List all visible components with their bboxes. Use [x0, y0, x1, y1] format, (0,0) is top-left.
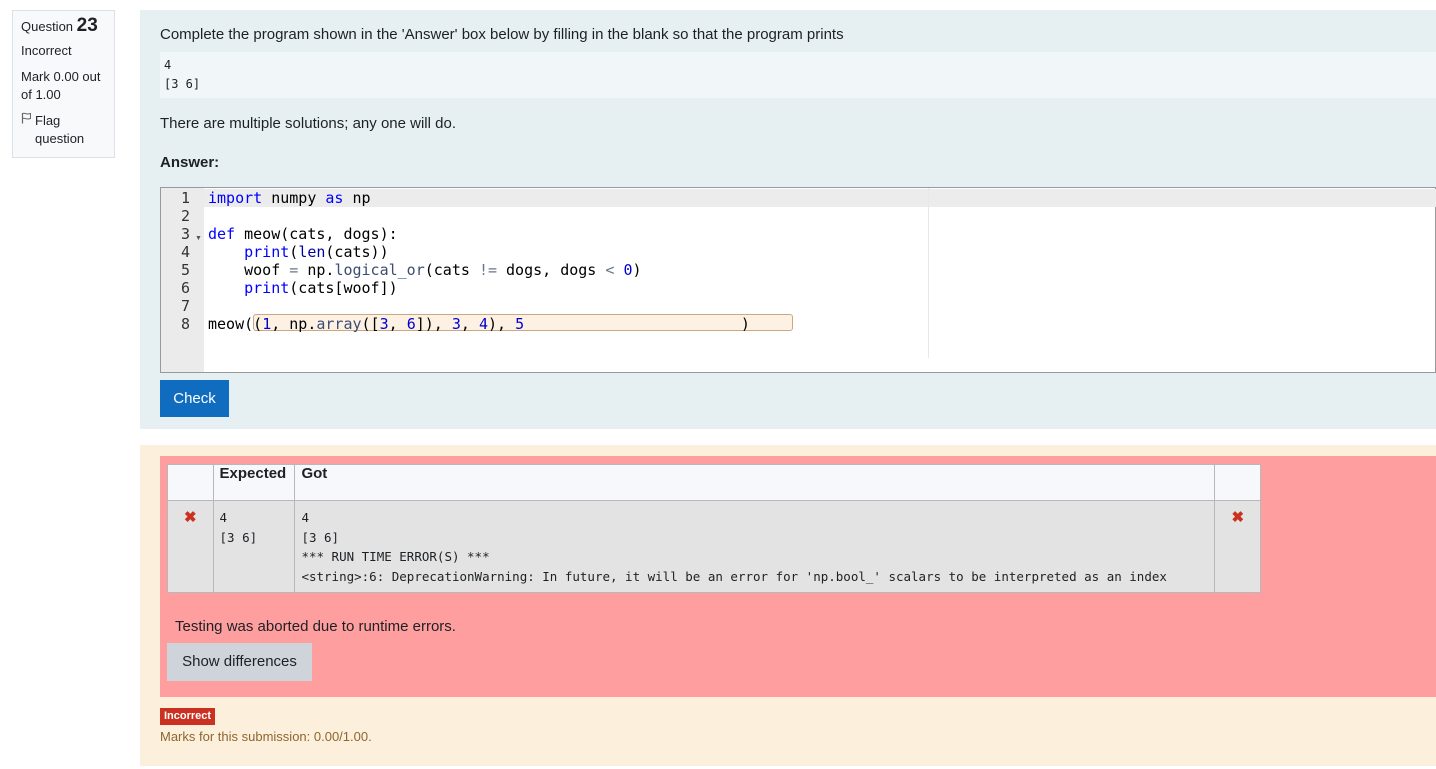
line-number: 1 — [180, 189, 190, 207]
header-expected: Expected — [212, 464, 296, 501]
line-number: 2 — [180, 207, 190, 225]
answer-blank-value[interactable]: (1, np.array([3, 6]), 3, 4), 5 — [253, 315, 524, 333]
expected-output-block: 4 [3 6] — [160, 52, 1436, 98]
active-line-highlight — [204, 189, 1436, 207]
incorrect-badge: Incorrect — [160, 708, 216, 725]
code-line: def meow(cats, dogs): — [208, 225, 398, 243]
flag-question-label: Flag question — [35, 113, 85, 146]
line-number: 3 — [180, 225, 190, 243]
header-got: Got — [294, 464, 1216, 501]
code-line: print(len(cats)) — [244, 243, 389, 261]
fold-arrow-icon[interactable]: ▼ — [195, 235, 202, 242]
results-table: Expected Got ✖ 4 [3 6] 4 [3 6] *** RUN T… — [167, 464, 1261, 593]
outcome-panel: Expected Got ✖ 4 [3 6] 4 [3 6] *** RUN T… — [140, 445, 1436, 766]
question-info-panel: Question 23 Incorrect Mark 0.00 out of 1… — [12, 10, 115, 158]
question-state: Incorrect — [21, 43, 72, 58]
question-number: Question 23 — [21, 15, 106, 36]
question-text: Complete the program shown in the 'Answe… — [160, 26, 844, 43]
submission-marks: Marks for this submission: 0.00/1.00. — [160, 729, 372, 744]
test-results-panel: Expected Got ✖ 4 [3 6] 4 [3 6] *** RUN T… — [160, 456, 1436, 697]
table-row: ✖ 4 [3 6] 4 [3 6] *** RUN TIME ERROR(S) … — [167, 500, 1261, 593]
code-area[interactable]: import numpy as np def meow(cats, dogs):… — [204, 188, 1436, 358]
answer-label: Answer: — [160, 154, 220, 171]
line-number: 8 — [180, 315, 190, 333]
code-line: print(cats[woof]) — [244, 279, 398, 297]
line-number: 6 — [180, 279, 190, 297]
question-formulation: Complete the program shown in the 'Answe… — [140, 10, 1436, 429]
header-status — [167, 464, 214, 501]
abort-message: Testing was aborted due to runtime error… — [175, 618, 456, 635]
print-margin — [928, 188, 929, 358]
question-grade: Mark 0.00 out of 1.00 — [21, 69, 101, 102]
line-number: 5 — [180, 261, 190, 279]
code-line: meow((1, np.array([3, 6]), 3, 4), 5 ) — [208, 315, 750, 333]
got-cell: 4 [3 6] *** RUN TIME ERROR(S) *** <strin… — [294, 500, 1216, 593]
line-number: 7 — [180, 297, 190, 315]
header-status-right — [1214, 464, 1261, 501]
results-header-row: Expected Got — [167, 464, 1261, 501]
line-number: 4 — [180, 243, 190, 261]
editor-gutter: 1 2 3 4 5 6 7 8 ▼ — [161, 188, 204, 372]
code-line: import numpy as np — [208, 189, 371, 207]
question-note: There are multiple solutions; any one wi… — [160, 115, 456, 132]
question-number-value: 23 — [76, 15, 98, 36]
cross-icon: ✖ — [1214, 500, 1261, 593]
code-line: woof = np.logical_or(cats != dogs, dogs … — [208, 261, 642, 279]
code-editor[interactable]: 1 2 3 4 5 6 7 8 ▼ import numpy as np def… — [160, 187, 1436, 373]
question-label: Question — [21, 19, 74, 34]
cross-icon: ✖ — [167, 500, 214, 593]
flag-question-link[interactable]: Flag question — [21, 112, 106, 148]
expected-cell: 4 [3 6] — [212, 500, 296, 593]
check-button[interactable]: Check — [160, 380, 229, 417]
flag-icon — [21, 112, 32, 130]
show-differences-button[interactable]: Show differences — [167, 643, 312, 681]
